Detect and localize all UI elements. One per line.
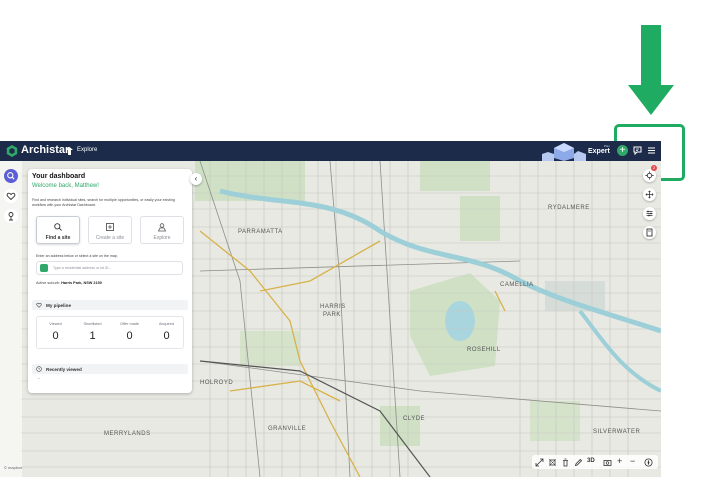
- chevron-left-icon: ‹: [194, 174, 198, 183]
- active-suburb-value: Harris Park, NSW 2150: [61, 281, 102, 285]
- camera-icon[interactable]: [603, 458, 612, 467]
- active-suburb: Active suburb: Harris Park, NSW 2150: [36, 281, 102, 285]
- search-button[interactable]: [4, 169, 18, 183]
- map-bottom-toolbar: 3D + −: [532, 455, 658, 469]
- pipeline-label: Offer made: [120, 322, 139, 326]
- pipeline-title: My pipeline: [46, 302, 72, 308]
- explore-nav-icon[interactable]: [65, 146, 74, 156]
- book-icon: [646, 228, 653, 237]
- dashboard-title: Your dashboard: [32, 173, 86, 180]
- active-suburb-label: Active suburb:: [36, 281, 61, 285]
- welcome-message: Welcome back, Matthew!: [32, 183, 99, 189]
- zoom-in-button[interactable]: +: [617, 456, 622, 466]
- map-label-silverwater: SILVERWATER: [593, 429, 640, 435]
- pipeline-acquired[interactable]: Acquired 0: [148, 317, 185, 348]
- layers-notification-badge: 2: [651, 165, 657, 171]
- collapse-panel-button[interactable]: ‹: [190, 173, 202, 185]
- map-label-clyde: CLYDE: [403, 416, 425, 422]
- dashboard-panel: Your dashboard Welcome back, Matthew! Fi…: [28, 169, 192, 393]
- map-label-granville: GRANVILLE: [268, 426, 306, 432]
- move-icon: [645, 190, 654, 199]
- pencil-icon[interactable]: [574, 458, 583, 467]
- pipeline-section-header[interactable]: My pipeline: [32, 300, 188, 310]
- annotation-arrow-icon: [628, 25, 674, 115]
- plan-badge[interactable]: Plan Expert: [588, 144, 610, 155]
- heart-icon: [6, 192, 16, 201]
- plus-icon: +: [619, 145, 626, 156]
- map-label-rydalmere: RYDALMERE: [548, 205, 590, 211]
- heart-icon: [36, 302, 42, 308]
- top-nav-bar: Archistar Explore Plan Expert +: [0, 141, 661, 161]
- address-search-box[interactable]: [36, 261, 183, 275]
- map-label-rosehill: ROSEHILL: [467, 347, 501, 353]
- map-label-merrylands: MERRYLANDS: [104, 431, 151, 437]
- app-window: PARRAMATTA HARRIS PARK ROSEHILL RYDALMER…: [0, 141, 661, 477]
- chat-icon[interactable]: [632, 145, 643, 156]
- address-help-text: Enter an address below or select a site …: [36, 254, 118, 258]
- saved-sites-button[interactable]: [643, 226, 656, 239]
- pipeline-value: 1: [89, 330, 96, 342]
- plan-label: Expert: [588, 148, 610, 155]
- explore-label: Explore: [153, 235, 171, 241]
- create-site-icon: [106, 223, 114, 231]
- pipeline-value: 0: [52, 330, 59, 342]
- pipeline-label: Acquired: [159, 322, 174, 326]
- recently-viewed-empty: -: [38, 376, 40, 382]
- recently-viewed-title: Recently viewed: [46, 366, 82, 372]
- favourites-button[interactable]: [4, 189, 18, 203]
- find-a-site-card[interactable]: Find a site: [36, 216, 80, 244]
- clock-icon: [36, 366, 42, 372]
- address-search-input[interactable]: [53, 264, 179, 272]
- location-button[interactable]: [4, 209, 18, 223]
- map-label-camellia: CAMELLIA: [500, 282, 534, 288]
- address-pin-icon: [40, 264, 48, 272]
- create-a-site-label: Create a site: [95, 235, 125, 241]
- map-label-harris: HARRIS: [320, 304, 346, 310]
- trash-icon[interactable]: [561, 458, 570, 467]
- pipeline-label: Shortlisted: [83, 322, 102, 326]
- dashboard-description: Find and research individual sites, sear…: [32, 198, 175, 207]
- search-icon: [7, 172, 15, 180]
- pipeline-offer-made[interactable]: Offer made 0: [111, 317, 148, 348]
- map-label-parramatta: PARRAMATTA: [238, 229, 283, 235]
- nav-explore-link[interactable]: Explore: [77, 147, 97, 153]
- zoom-out-button[interactable]: −: [630, 456, 635, 466]
- archistar-logo-icon[interactable]: [6, 145, 18, 157]
- filter-button[interactable]: [643, 207, 656, 220]
- measure-icon[interactable]: [548, 458, 557, 467]
- pipeline-stats: Viewed 0 Shortlisted 1 Offer made 0 Acqu…: [36, 316, 184, 349]
- menu-icon[interactable]: [646, 145, 657, 156]
- pipeline-label: Viewed: [49, 322, 62, 326]
- filter-icon: [646, 210, 653, 217]
- pipeline-viewed[interactable]: Viewed 0: [37, 317, 74, 348]
- pipeline-value: 0: [163, 330, 170, 342]
- app-name: Archistar: [21, 144, 70, 156]
- 3d-view-toggle[interactable]: 3D: [587, 458, 595, 464]
- create-a-site-card[interactable]: Create a site: [88, 216, 132, 244]
- explore-card[interactable]: Explore: [140, 216, 184, 244]
- add-button[interactable]: +: [617, 145, 628, 156]
- move-button[interactable]: [643, 188, 656, 201]
- compass-icon[interactable]: [644, 458, 653, 467]
- pipeline-value: 0: [126, 330, 133, 342]
- pin-icon: [8, 212, 14, 221]
- left-tool-strip: [0, 161, 22, 477]
- explore-icon: [157, 223, 167, 232]
- find-site-icon: [54, 223, 62, 231]
- expert-plan-graphic-icon: [542, 143, 586, 161]
- pipeline-shortlisted[interactable]: Shortlisted 1: [74, 317, 111, 348]
- expand-icon[interactable]: [535, 458, 544, 467]
- recently-viewed-header[interactable]: Recently viewed: [32, 364, 188, 374]
- find-a-site-label: Find a site: [45, 235, 71, 241]
- map-attribution: © mapbox: [4, 465, 23, 470]
- map-label-holroyd: HOLROYD: [200, 380, 233, 386]
- map-label-park: PARK: [323, 312, 341, 318]
